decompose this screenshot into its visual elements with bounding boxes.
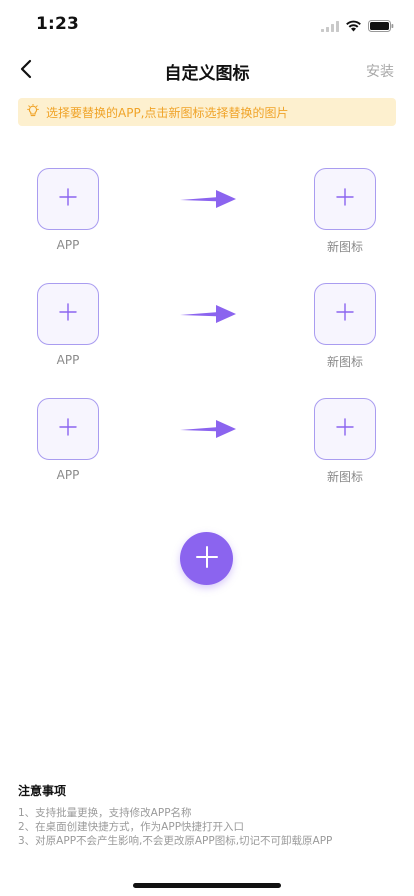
app-slot-label: APP [56, 353, 80, 367]
tip-text: 选择要替换的APP,点击新图标选择替换的图片 [46, 105, 289, 120]
nav-bar: 自定义图标 安装 [0, 47, 414, 95]
add-row-button[interactable] [180, 532, 233, 585]
icon-pair-row: APP 新图标 [0, 283, 414, 373]
lightbulb-icon [26, 103, 40, 122]
status-bar: 1:23 [0, 0, 414, 47]
plus-icon [59, 418, 77, 440]
page-title: 自定义图标 [164, 64, 250, 84]
new-icon-slot-label: 新图标 [326, 470, 363, 484]
note-item: 1、支持批量更换，支持修改APP名称 [18, 807, 192, 819]
plus-icon [336, 303, 354, 325]
new-icon-slot[interactable]: 新图标 [314, 168, 378, 255]
app-slot[interactable]: APP [37, 168, 101, 252]
icon-pair-row: APP 新图标 [0, 398, 414, 488]
status-icons [321, 17, 394, 36]
arrow-right-icon [178, 418, 238, 440]
battery-icon [368, 17, 394, 36]
new-icon-slot-label: 新图标 [326, 240, 363, 254]
plus-icon [336, 188, 354, 210]
plus-icon [195, 545, 218, 572]
icon-pair-row: APP 新图标 [0, 168, 414, 258]
plus-icon [336, 418, 354, 440]
notes-title: 注意事项 [18, 784, 67, 798]
home-indicator[interactable] [133, 883, 281, 888]
app-slot[interactable]: APP [37, 398, 101, 482]
arrow-right-icon [178, 303, 238, 325]
note-item: 3、对原APP不会产生影响,不会更改原APP图标,切记不可卸载原APP [18, 835, 333, 847]
new-icon-slot-label: 新图标 [326, 355, 363, 369]
new-icon-slot-box[interactable] [314, 168, 376, 230]
app-slot-box[interactable] [37, 283, 99, 345]
arrow-right-icon [178, 188, 238, 210]
app-slot[interactable]: APP [37, 283, 101, 367]
screen: 1:23 自定义图标 安装 选择要替换的APP,点击新图标选择替换的图片 APP… [0, 0, 414, 896]
app-slot-box[interactable] [37, 398, 99, 460]
plus-icon [59, 188, 77, 210]
app-slot-box[interactable] [37, 168, 99, 230]
new-icon-slot[interactable]: 新图标 [314, 283, 378, 370]
wifi-icon [345, 17, 362, 36]
status-time: 1:23 [36, 14, 80, 34]
note-item: 2、在桌面创建快捷方式，作为APP快捷打开入口 [18, 821, 245, 833]
install-button[interactable]: 安装 [366, 61, 394, 81]
signal-icon [321, 17, 339, 36]
app-slot-label: APP [56, 238, 80, 252]
new-icon-slot[interactable]: 新图标 [314, 398, 378, 485]
app-slot-label: APP [56, 468, 80, 482]
new-icon-slot-box[interactable] [314, 283, 376, 345]
tip-banner: 选择要替换的APP,点击新图标选择替换的图片 [18, 98, 396, 126]
notes-section: 注意事项 1、支持批量更换，支持修改APP名称 2、在桌面创建快捷方式，作为AP… [18, 782, 398, 848]
plus-icon [59, 303, 77, 325]
new-icon-slot-box[interactable] [314, 398, 376, 460]
